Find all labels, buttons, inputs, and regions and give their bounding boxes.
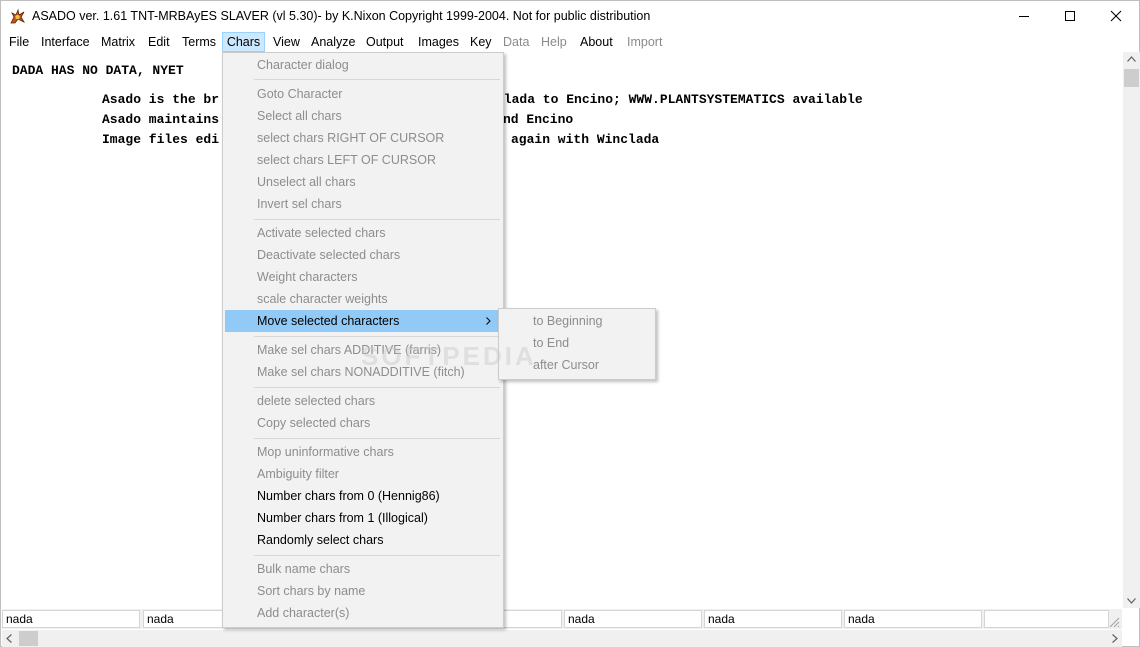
maximize-button[interactable] bbox=[1047, 1, 1093, 31]
menu-terms[interactable]: Terms bbox=[180, 32, 218, 52]
menu-item-randomly-select[interactable]: Randomly select chars bbox=[225, 529, 501, 551]
softpedia-watermark: SOFTPEDIA bbox=[361, 341, 537, 371]
content-line: Asado is the br bbox=[102, 92, 220, 107]
menu-item-delete-selected[interactable]: delete selected chars bbox=[225, 390, 501, 412]
menu-bar: File Interface Matrix Edit Terms Chars V… bbox=[1, 31, 1139, 52]
menu-item-select-left-of-cursor[interactable]: select chars LEFT OF CURSOR bbox=[225, 149, 501, 171]
menu-item-label: Move selected characters bbox=[257, 314, 400, 328]
vertical-scrollbar[interactable] bbox=[1123, 52, 1140, 608]
menu-item-move-selected-characters[interactable]: Move selected characters bbox=[225, 310, 501, 332]
status-cell: nada bbox=[704, 610, 842, 628]
menu-chars[interactable]: Chars bbox=[222, 32, 265, 52]
scroll-up-arrow-icon[interactable] bbox=[1127, 56, 1136, 62]
menu-interface[interactable]: Interface bbox=[39, 32, 92, 52]
minimize-icon bbox=[1019, 16, 1029, 17]
status-cell: nada bbox=[2, 610, 140, 628]
menu-separator bbox=[254, 79, 500, 80]
size-grip-icon[interactable] bbox=[1108, 616, 1120, 628]
menu-item-weight-characters[interactable]: Weight characters bbox=[225, 266, 501, 288]
content-line: DADA HAS NO DATA, NYET bbox=[12, 63, 184, 78]
app-window: ASADO ver. 1.61 TNT-MRBAyES SLAVER (vl 5… bbox=[0, 0, 1140, 647]
menu-item-ambiguity-filter[interactable]: Ambiguity filter bbox=[225, 463, 501, 485]
vertical-scroll-thumb[interactable] bbox=[1124, 69, 1139, 87]
menu-edit[interactable]: Edit bbox=[146, 32, 172, 52]
menu-import[interactable]: Import bbox=[625, 32, 664, 52]
horizontal-scrollbar[interactable] bbox=[2, 630, 1122, 647]
content-line: clada to Encino; WWW.PLANTSYSTEMATICS av… bbox=[496, 92, 863, 107]
menu-output[interactable]: Output bbox=[364, 32, 406, 52]
menu-item-invert-sel-chars[interactable]: Invert sel chars bbox=[225, 193, 501, 215]
menu-help[interactable]: Help bbox=[539, 32, 569, 52]
submenu-arrow-icon bbox=[486, 317, 491, 325]
close-icon bbox=[1110, 10, 1122, 22]
menu-item-number-from-1[interactable]: Number chars from 1 (Illogical) bbox=[225, 507, 501, 529]
maximize-icon bbox=[1065, 11, 1075, 21]
menu-item-copy-selected[interactable]: Copy selected chars bbox=[225, 412, 501, 434]
menu-item-goto-character[interactable]: Goto Character bbox=[225, 83, 501, 105]
content-line: Asado maintains bbox=[102, 112, 220, 127]
menu-analyze[interactable]: Analyze bbox=[309, 32, 357, 52]
horizontal-scroll-thumb[interactable] bbox=[19, 631, 38, 646]
scroll-right-arrow-icon[interactable] bbox=[1112, 634, 1118, 643]
menu-item-select-all-chars[interactable]: Select all chars bbox=[225, 105, 501, 127]
title-bar[interactable]: ASADO ver. 1.61 TNT-MRBAyES SLAVER (vl 5… bbox=[1, 1, 1139, 31]
menu-separator bbox=[254, 387, 500, 388]
status-bar: nada nada nada nada nada bbox=[2, 609, 1122, 629]
window-title: ASADO ver. 1.61 TNT-MRBAyES SLAVER (vl 5… bbox=[32, 9, 651, 23]
chars-dropdown-menu: Character dialog Goto Character Select a… bbox=[222, 52, 504, 628]
menu-file[interactable]: File bbox=[7, 32, 31, 52]
menu-key[interactable]: Key bbox=[468, 32, 494, 52]
menu-item-number-from-0[interactable]: Number chars from 0 (Hennig86) bbox=[225, 485, 501, 507]
menu-images[interactable]: Images bbox=[416, 32, 461, 52]
status-cell bbox=[984, 610, 1109, 628]
menu-item-mop-uninformative[interactable]: Mop uninformative chars bbox=[225, 441, 501, 463]
status-cell: nada bbox=[844, 610, 982, 628]
menu-separator bbox=[254, 438, 500, 439]
menu-item-character-dialog[interactable]: Character dialog bbox=[225, 54, 501, 76]
close-button[interactable] bbox=[1093, 1, 1139, 31]
menu-item-bulk-name-chars[interactable]: Bulk name chars bbox=[225, 558, 501, 580]
minimize-button[interactable] bbox=[1001, 1, 1047, 31]
menu-separator bbox=[254, 555, 500, 556]
content-line: Image files edi bbox=[102, 132, 220, 147]
menu-data[interactable]: Data bbox=[501, 32, 531, 52]
status-cell: nada bbox=[564, 610, 702, 628]
submenu-item-to-beginning[interactable]: to Beginning bbox=[501, 310, 653, 332]
menu-view[interactable]: View bbox=[271, 32, 302, 52]
menu-item-deactivate-selected[interactable]: Deactivate selected chars bbox=[225, 244, 501, 266]
asado-app-icon bbox=[10, 8, 26, 24]
menu-matrix[interactable]: Matrix bbox=[99, 32, 137, 52]
content-line: nd Encino bbox=[503, 112, 574, 127]
menu-item-scale-weights[interactable]: scale character weights bbox=[225, 288, 501, 310]
scroll-down-arrow-icon[interactable] bbox=[1127, 598, 1136, 604]
menu-item-select-right-of-cursor[interactable]: select chars RIGHT OF CURSOR bbox=[225, 127, 501, 149]
menu-item-add-characters[interactable]: Add character(s) bbox=[225, 602, 501, 624]
menu-separator bbox=[254, 336, 500, 337]
menu-separator bbox=[254, 219, 500, 220]
menu-item-activate-selected[interactable]: Activate selected chars bbox=[225, 222, 501, 244]
content-line: again with Winclada bbox=[511, 132, 660, 147]
menu-item-sort-chars-by-name[interactable]: Sort chars by name bbox=[225, 580, 501, 602]
scroll-left-arrow-icon[interactable] bbox=[6, 634, 12, 643]
menu-item-unselect-all-chars[interactable]: Unselect all chars bbox=[225, 171, 501, 193]
menu-about[interactable]: About bbox=[578, 32, 615, 52]
